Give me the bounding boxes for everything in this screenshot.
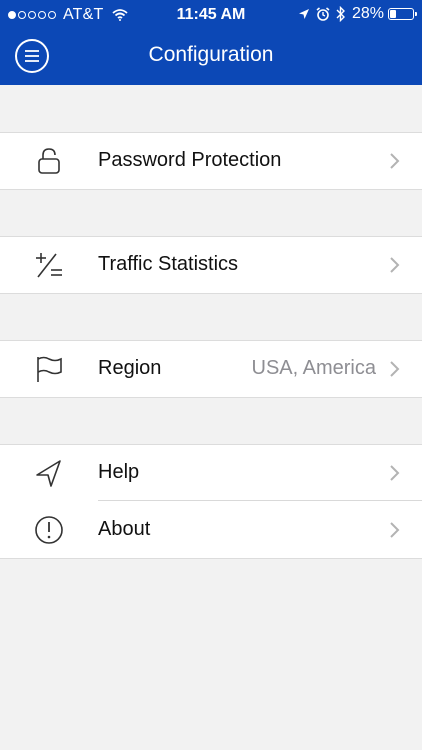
password-protection-label: Password Protection [98, 149, 282, 171]
settings-group-traffic: Traffic Statistics [0, 236, 422, 294]
alarm-icon [316, 7, 330, 21]
help-label: Help [98, 461, 140, 483]
region-value: USA, America [251, 357, 376, 379]
navigation-arrow-icon [33, 457, 65, 489]
location-icon [298, 8, 310, 20]
battery-level [390, 10, 397, 18]
bluetooth-icon [336, 6, 346, 22]
traffic-statistics-label: Traffic Statistics [98, 253, 239, 275]
app-header: AT&T 11:45 AM 28% Configuration [0, 0, 422, 85]
traffic-statistics-row[interactable]: Traffic Statistics [0, 236, 422, 293]
page-title: Configuration [148, 43, 274, 66]
help-row[interactable]: Help [0, 444, 422, 501]
info-exclamation-icon [33, 514, 65, 546]
flag-icon [33, 353, 65, 385]
status-bar: AT&T 11:45 AM 28% [0, 0, 422, 30]
region-row[interactable]: Region USA, America [0, 340, 422, 397]
chevron-right-icon [390, 522, 400, 538]
status-right: 28% [292, 5, 417, 23]
settings-group-region: Region USA, America [0, 340, 422, 398]
settings-group-password: Password Protection [0, 132, 422, 190]
about-row[interactable]: About [0, 501, 422, 558]
chevron-right-icon [390, 257, 400, 273]
chevron-right-icon [390, 153, 400, 169]
region-label: Region [98, 357, 162, 379]
lock-icon [33, 145, 65, 177]
plus-minus-icon [33, 249, 65, 281]
battery-percentage: 28% [351, 5, 384, 22]
chevron-right-icon [390, 361, 400, 377]
chevron-right-icon [390, 465, 400, 481]
about-label: About [98, 518, 151, 540]
settings-group-info: Help About [0, 444, 422, 559]
battery-icon [388, 8, 417, 20]
password-protection-row[interactable]: Password Protection [0, 132, 422, 189]
